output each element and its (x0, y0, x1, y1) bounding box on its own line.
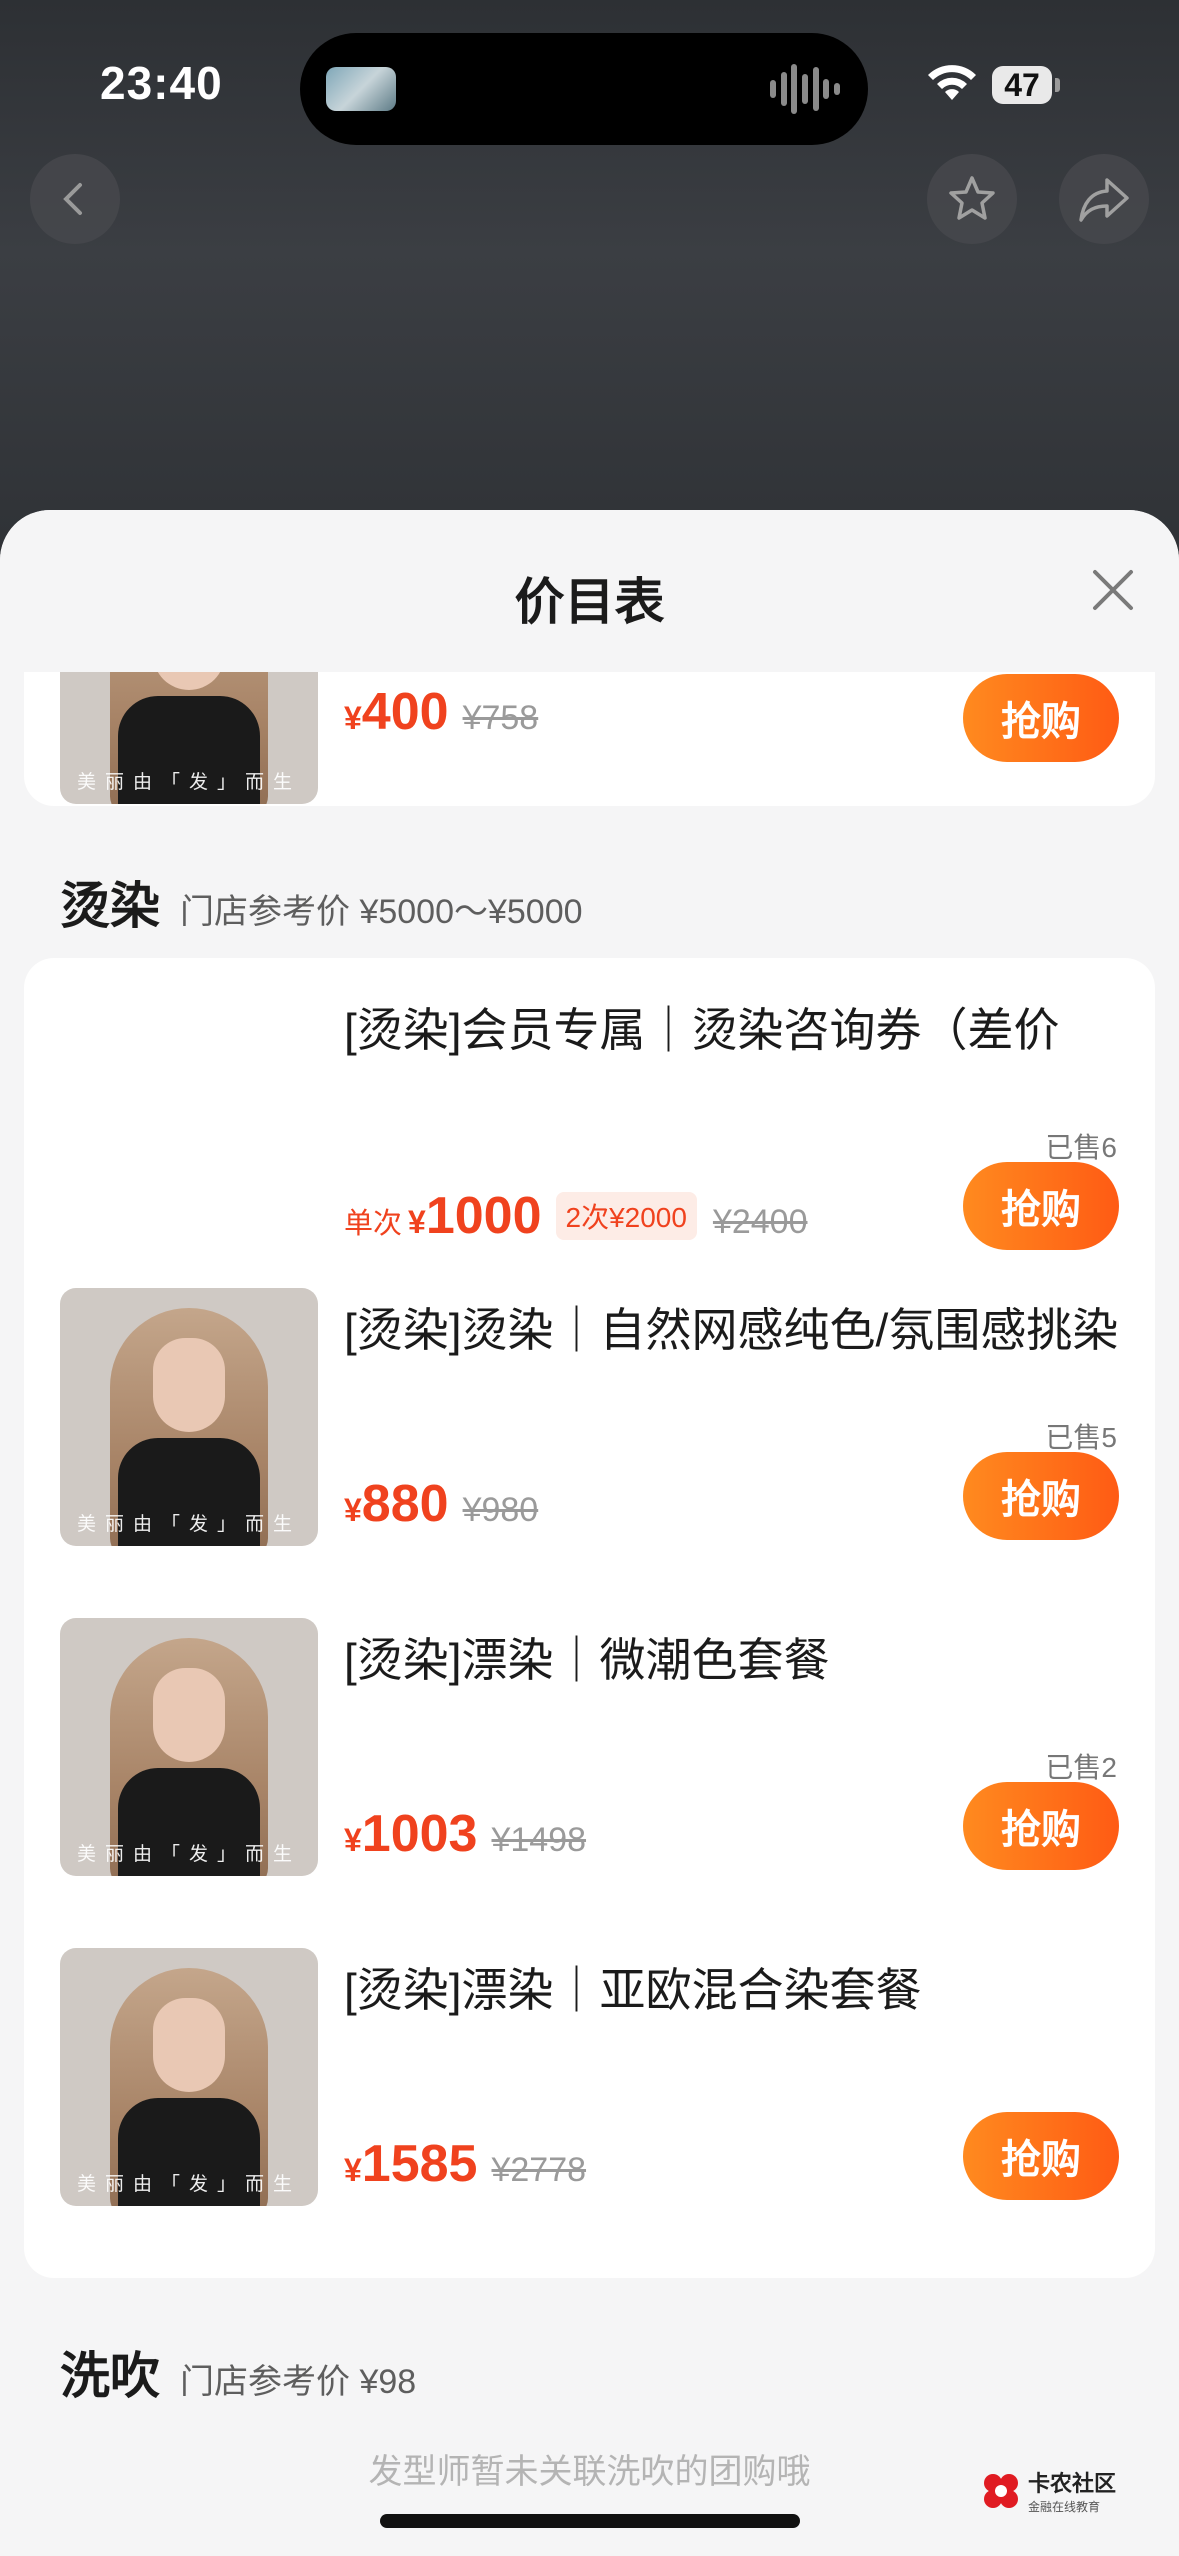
product-title: [烫染]会员专属｜烫染咨询券（差价 (344, 1004, 1060, 1056)
buy-button[interactable]: 抢购 (963, 2112, 1119, 2200)
back-button[interactable] (30, 154, 120, 244)
price-row: ¥ 1003 ¥1498 (344, 1805, 587, 1863)
product-thumbnail: 美丽由「发」而生 (60, 1618, 318, 1876)
product-title: [烫染]烫染｜自然网感纯色/氛围感挑染 (344, 1304, 1119, 1356)
buy-button[interactable]: 抢购 (963, 674, 1119, 762)
sheet-header: 价目表 (0, 510, 1179, 672)
original-price: ¥2778 (491, 2151, 587, 2189)
page-title: 价目表 (514, 574, 665, 630)
price-list-sheet: 美丽由「发」而生 ¥ 400 ¥758 抢购 烫染 门店参考价 ¥5000～¥5… (0, 510, 1179, 2556)
sale-price: 1003 (361, 1805, 478, 1863)
chevron-left-icon (63, 183, 82, 215)
watermark: 卡农社区 金融在线教育 (980, 2466, 1116, 2515)
original-price: ¥980 (462, 1491, 539, 1529)
product-card: [烫染]会员专属｜烫染咨询券（差价 已售6 单次 ¥ 1000 2次¥2000 … (24, 958, 1155, 2278)
buy-button[interactable]: 抢购 (963, 1782, 1119, 1870)
sale-price: 1585 (361, 2135, 478, 2193)
watermark-logo-icon (980, 2470, 1022, 2512)
section-reference-price: 门店参考价 ¥98 (180, 2363, 417, 2401)
original-price: ¥758 (462, 699, 539, 737)
product-thumbnail: 美丽由「发」而生 (60, 1948, 318, 2206)
buy-button[interactable]: 抢购 (963, 1452, 1119, 1540)
watermark-subtitle: 金融在线教育 (1028, 2500, 1101, 2514)
watermark-title: 卡农社区 (1028, 2471, 1117, 2496)
home-indicator[interactable] (380, 2514, 800, 2528)
price-row: ¥ 880 ¥980 (344, 1475, 539, 1533)
sold-count: 已售5 (1045, 1422, 1117, 1453)
section-header-perm-dye: 烫染 门店参考价 ¥5000～¥5000 (60, 866, 583, 938)
original-price: ¥1498 (491, 1821, 587, 1859)
share-icon (1079, 178, 1129, 222)
battery-indicator: 47 (992, 66, 1060, 104)
bundle-badge: 2次¥2000 (555, 1192, 697, 1240)
audio-wave-icon (770, 63, 840, 115)
product-title: [烫染]漂染｜亚欧混合染套餐 (344, 1964, 922, 2016)
sold-count: 已售6 (1045, 1132, 1117, 1163)
section-header-wash-blow: 洗吹 门店参考价 ¥98 (60, 2336, 416, 2408)
buy-button[interactable]: 抢购 (963, 1162, 1119, 1250)
original-price: ¥2400 (712, 1203, 808, 1241)
share-button[interactable] (1059, 154, 1149, 244)
wifi-icon (928, 65, 976, 100)
dynamic-island[interactable] (300, 33, 868, 145)
close-icon[interactable] (1085, 562, 1141, 618)
favorite-button[interactable] (927, 154, 1017, 244)
product-title: [烫染]漂染｜微潮色套餐 (344, 1634, 830, 1686)
status-time: 23:40 (100, 57, 223, 109)
star-icon (949, 176, 995, 220)
price-row: ¥ 400 ¥758 (344, 683, 539, 741)
media-thumbnail (326, 67, 396, 111)
price-row: ¥ 1585 ¥2778 (344, 2135, 587, 2193)
section-title: 洗吹 (60, 2348, 160, 2404)
product-thumbnail: 美丽由「发」而生 (60, 1288, 318, 1546)
section-title: 烫染 (60, 878, 160, 934)
sold-count: 已售2 (1045, 1752, 1117, 1783)
price-row: 单次 ¥ 1000 2次¥2000 ¥2400 (344, 1187, 808, 1245)
sale-price: 1000 (425, 1187, 542, 1245)
sale-price: 400 (361, 683, 449, 741)
section-reference-price: 门店参考价 ¥5000～¥5000 (180, 893, 583, 931)
sale-price: 880 (361, 1475, 449, 1533)
